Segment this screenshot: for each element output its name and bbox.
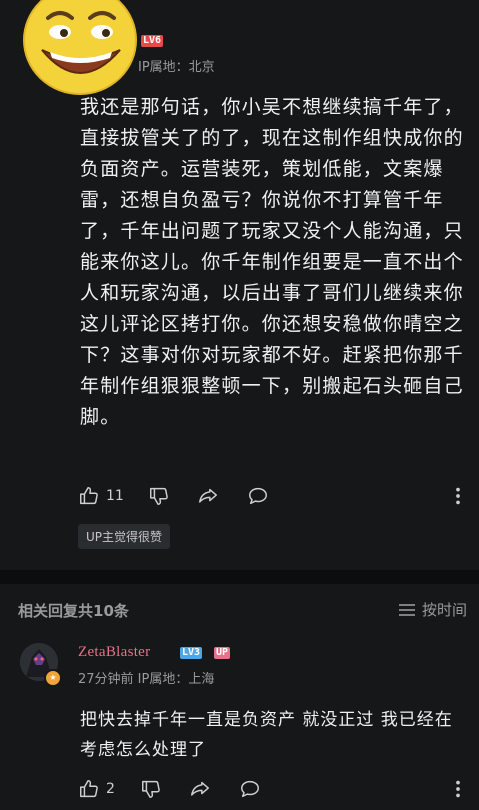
emoji-grin-icon: [23, 0, 137, 95]
comment-actions: 11: [78, 485, 473, 511]
like-count: 11: [106, 488, 124, 504]
share-icon: [191, 781, 209, 796]
like-count: 2: [106, 781, 115, 797]
more-options-button[interactable]: [452, 778, 464, 800]
comment-text: 我还是那句话，你小吴不想继续搞千年了，直接拔管关了的了，现在这制作组快成你的负面…: [80, 96, 464, 428]
dislike-button[interactable]: [148, 485, 170, 507]
avatar-badge-icon: ★: [44, 669, 62, 687]
more-vertical-icon: [456, 487, 460, 505]
like-button[interactable]: 2: [78, 778, 115, 800]
reply-button[interactable]: [246, 485, 270, 507]
sort-toggle[interactable]: 按时间: [398, 599, 467, 620]
reply-meta: 27分钟前 IP属地：上海: [78, 672, 215, 687]
thumb-down-icon: [142, 780, 160, 798]
reply-actions: 2: [78, 778, 473, 804]
up-badge: UP: [214, 647, 231, 659]
comment-icon: [249, 487, 267, 505]
comment-card: LV6 IP属地：北京 我还是那句话，你小吴不想继续搞千年了，直接拔管关了的了，…: [0, 0, 479, 570]
reply-button[interactable]: [238, 778, 262, 800]
sort-list-icon: [398, 603, 415, 616]
ip-location: IP属地：北京: [138, 60, 215, 75]
comment-icon: [241, 780, 259, 798]
more-options-button[interactable]: [452, 485, 464, 507]
sort-label: 按时间: [421, 601, 467, 619]
replies-count-title: 相关回复共10条: [18, 602, 129, 620]
reply-username[interactable]: ZetaBlaster: [78, 644, 150, 661]
replies-header: 相关回复共10条 按时间: [0, 584, 479, 634]
share-button[interactable]: [196, 485, 220, 507]
thumb-down-icon: [150, 487, 168, 505]
dislike-button[interactable]: [140, 778, 162, 800]
level-badge: LV6: [141, 35, 164, 47]
level-badge: LV3: [180, 647, 203, 659]
up-liked-badge: UP主觉得很赞: [78, 524, 171, 549]
share-icon: [199, 488, 217, 503]
like-button[interactable]: 11: [78, 485, 124, 507]
thumb-up-icon: [80, 780, 98, 798]
reply-text: 把快去掉千年一直是负资产 就没正过 我已经在考虑怎么处理了: [80, 710, 453, 760]
section-divider: [0, 570, 479, 584]
share-button[interactable]: [188, 778, 212, 800]
thumb-up-icon: [80, 487, 98, 505]
more-vertical-icon: [456, 780, 460, 798]
